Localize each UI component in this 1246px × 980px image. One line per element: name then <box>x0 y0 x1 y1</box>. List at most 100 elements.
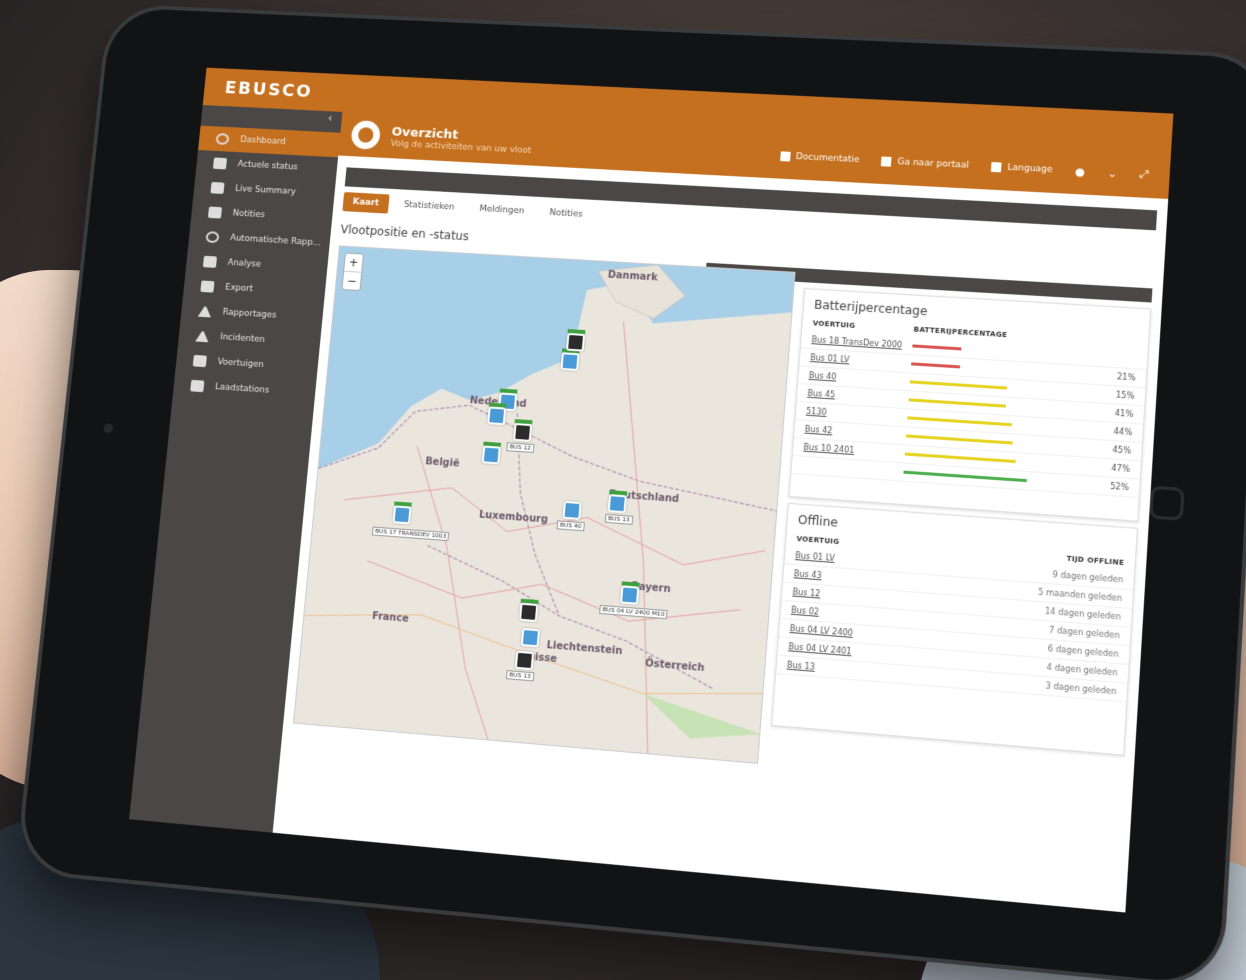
bus-marker[interactable] <box>513 419 533 442</box>
sidebar-item-label: Analyse <box>227 258 262 270</box>
battery-panel: Batterijpercentage VOERTUIG BATTERIJPERC… <box>788 288 1152 522</box>
battery-percent: 52% <box>1109 481 1130 493</box>
marker-tag: BUS 13 <box>604 513 634 525</box>
vehicle-link[interactable]: Bus 13 <box>787 660 890 677</box>
bus-marker[interactable] <box>520 627 541 648</box>
vehicle-link[interactable]: Bus 42 <box>804 425 906 441</box>
vehicle-link[interactable]: Bus 10 2401 <box>803 443 905 459</box>
map-base <box>294 246 796 763</box>
battery-col-percentage[interactable]: BATTERIJPERCENTAGE <box>913 326 1007 340</box>
book-icon <box>779 151 791 162</box>
offline-duration: 6 dagen geleden <box>1047 644 1119 659</box>
offline-duration: 7 dagen geleden <box>1048 625 1121 641</box>
sidebar-item-label: Voertuigen <box>217 357 265 371</box>
vehicle-link[interactable]: Bus 01 LV <box>810 353 912 368</box>
home-button[interactable] <box>1149 485 1185 521</box>
overview-icon <box>350 120 382 150</box>
language-icon <box>990 162 1002 173</box>
battery-bar-fill <box>909 380 1007 390</box>
vehicle-link[interactable]: Bus 40 <box>808 371 910 386</box>
sidebar-item-label: Rapportages <box>222 307 277 321</box>
battery-bar-fill <box>907 416 1012 427</box>
portal-button[interactable]: Ga naar portaal <box>881 156 969 171</box>
chart-icon <box>202 255 218 268</box>
marker-tag: BUS 40 <box>556 520 585 532</box>
chevron-down-icon[interactable]: ⌄ <box>1107 166 1117 179</box>
tablet: EBUSCO ‹ Dashboard Actuele status Live Sum… <box>19 7 1246 980</box>
sidebar-item-label: Dashboard <box>239 135 287 147</box>
bus-marker[interactable] <box>392 501 412 525</box>
battery-bar <box>904 452 1028 464</box>
bus-icon <box>192 354 207 368</box>
zoom-out-button[interactable]: − <box>342 270 362 290</box>
bus-marker[interactable] <box>518 598 539 623</box>
vehicle-link[interactable]: Bus 18 TransDev 2000 <box>811 335 913 350</box>
documentation-button[interactable]: Documentatie <box>779 151 860 165</box>
zoom-in-button[interactable]: + <box>344 254 363 272</box>
battery-bar <box>903 470 1027 483</box>
sidebar-item-label: Notities <box>232 208 266 221</box>
battery-bar-fill <box>908 398 1006 408</box>
bus-marker[interactable] <box>514 650 535 671</box>
map-icon <box>212 157 228 170</box>
sidebar-item-label: Automatische Rapp... <box>229 233 322 249</box>
offline-duration: 14 dagen geleden <box>1044 606 1122 622</box>
vehicle-link[interactable]: Bus 43 <box>794 569 897 586</box>
battery-percent <box>1105 358 1136 360</box>
bus-marker[interactable] <box>481 441 502 465</box>
bus-marker[interactable] <box>562 500 582 521</box>
battery-bar-fill <box>911 362 961 369</box>
battery-percent: 45% <box>1112 445 1132 456</box>
battery-bar <box>912 344 1035 355</box>
battery-percent: 41% <box>1114 408 1134 419</box>
portal-icon <box>881 156 892 167</box>
battery-bar-fill <box>903 470 1027 483</box>
fleet-map[interactable]: + − Danmark Nederland België Luxembourg … <box>292 245 796 764</box>
tablet-screen: EBUSCO ‹ Dashboard Actuele status Live Sum… <box>129 67 1174 913</box>
expand-icon[interactable]: ⤢ <box>1139 168 1149 182</box>
bus-marker[interactable] <box>619 581 640 605</box>
bus-marker[interactable] <box>560 348 580 371</box>
bus-marker[interactable] <box>607 490 628 514</box>
bus-marker[interactable] <box>487 402 507 426</box>
sidebar-item-label: Laadstations <box>214 382 270 396</box>
offline-duration: 5 maanden geleden <box>1037 587 1123 604</box>
sidebar-item-label: Export <box>224 282 254 295</box>
sidebar-item-label: Actuele status <box>237 159 299 173</box>
brand-logo[interactable]: EBUSCO <box>204 76 346 102</box>
charger-icon <box>190 379 205 393</box>
tab-kaart[interactable]: Kaart <box>342 192 390 214</box>
offline-panel: Offline VOERTUIG TIJD OFFLINE Bus 01 LV 9… <box>771 502 1138 756</box>
tab-statistieken[interactable]: Statistieken <box>393 195 465 218</box>
section-title: Vlootpositie en -status <box>339 222 470 244</box>
vehicle-link[interactable]: Bus 45 <box>807 389 909 405</box>
vehicle-link[interactable]: 5130 <box>806 407 908 423</box>
vehicle-link[interactable]: Bus 01 LV <box>795 551 897 568</box>
map-label-belgie: België <box>424 456 460 470</box>
battery-bar-fill <box>912 344 962 351</box>
export-icon <box>200 280 215 293</box>
user-icon[interactable]: ● <box>1075 165 1086 178</box>
battery-percent: 15% <box>1115 390 1135 401</box>
battery-percent: 47% <box>1111 463 1131 474</box>
dashboard-icon <box>215 133 230 145</box>
vehicle-link[interactable] <box>802 465 903 472</box>
note-icon <box>207 206 223 219</box>
report-icon <box>197 305 213 318</box>
offline-duration: 9 dagen geleden <box>1052 570 1124 585</box>
language-button[interactable]: Language <box>990 162 1053 175</box>
tab-notities[interactable]: Notities <box>539 203 594 225</box>
battery-bar <box>905 434 1029 445</box>
offline-duration: 4 dagen geleden <box>1046 662 1118 678</box>
offline-col-time[interactable]: TIJD OFFLINE <box>1066 555 1124 567</box>
bus-marker[interactable] <box>566 329 586 352</box>
tab-meldingen[interactable]: Meldingen <box>469 199 535 222</box>
battery-bar <box>909 380 1033 391</box>
sidebar-item-label: Live Summary <box>234 184 297 197</box>
battery-percent: 21% <box>1116 372 1136 383</box>
sidebar-item-label: Incidenten <box>219 332 266 345</box>
battery-percent: 44% <box>1113 426 1133 438</box>
map-zoom-control: + − <box>341 252 364 292</box>
battery-bar <box>908 398 1031 409</box>
battery-bar-fill <box>904 452 1017 464</box>
